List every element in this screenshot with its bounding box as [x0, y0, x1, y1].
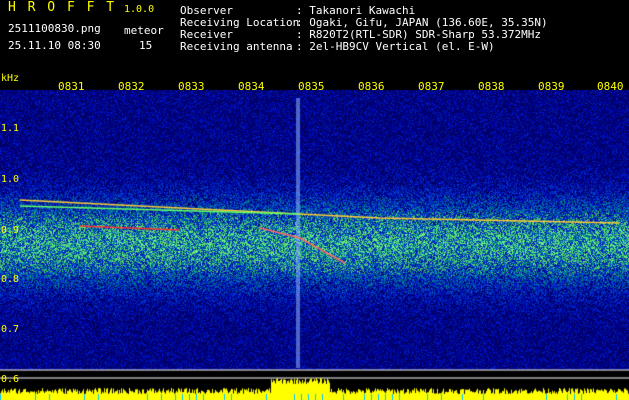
- meteor-count: 15: [139, 39, 153, 52]
- freq-tick-0.6: 0.6: [1, 374, 20, 385]
- time-tick-0835: 0835: [298, 80, 325, 93]
- time-tick-0837: 0837: [418, 80, 445, 93]
- filename-label: 2511100830.png: [8, 22, 101, 35]
- time-tick-0836: 0836: [358, 80, 385, 93]
- freq-tick-0.7: 0.7: [1, 324, 20, 335]
- freq-tick-0.8: 0.8: [1, 274, 20, 285]
- header-panel: H R O F F T 1.0.0 2511100830.png meteor …: [0, 0, 629, 78]
- freq-tick-1.1: 1.1: [1, 123, 20, 134]
- info-value-antenna: : 2el-HB9CV Vertical (el. E-W): [296, 40, 495, 53]
- app-title: H R O F F T: [8, 0, 117, 15]
- datetime-label: 25.11.10 08:30: [8, 39, 101, 52]
- app-version: 1.0.0: [124, 4, 155, 15]
- freq-tick-1.0: 1.0: [1, 174, 20, 185]
- spectrogram-image: [0, 78, 629, 400]
- time-tick-0838: 0838: [478, 80, 505, 93]
- time-tick-0831: 0831: [58, 80, 85, 93]
- meteor-label: meteor: [124, 24, 164, 37]
- time-tick-0832: 0832: [118, 80, 145, 93]
- kHz-unit-label: kHz: [1, 73, 20, 84]
- time-tick-0840: 0840: [597, 80, 624, 93]
- freq-tick-0.9: 0.9: [1, 225, 20, 236]
- info-key-antenna: Receiving antenna: [180, 40, 293, 53]
- time-tick-0833: 0833: [178, 80, 205, 93]
- time-tick-0839: 0839: [538, 80, 565, 93]
- time-tick-0834: 0834: [238, 80, 265, 93]
